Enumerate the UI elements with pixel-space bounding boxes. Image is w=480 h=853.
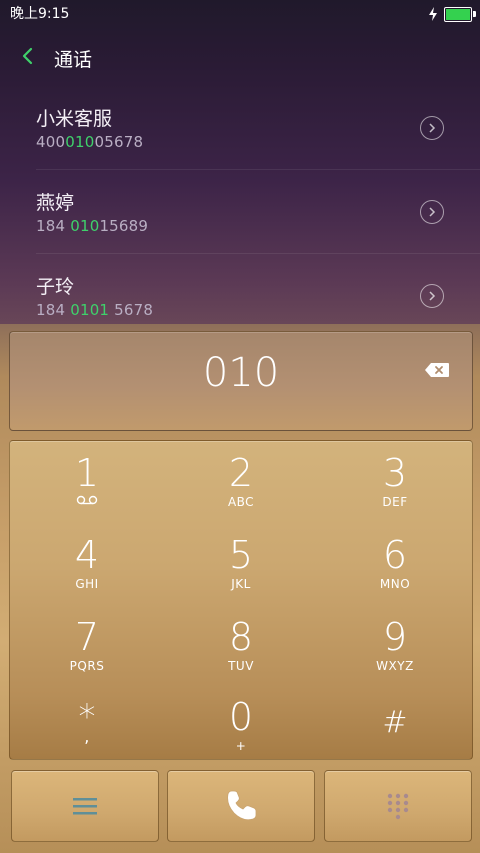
charging-icon xyxy=(429,7,437,21)
key-0[interactable]: 0 + xyxy=(164,687,318,767)
key-digit: 4 xyxy=(74,533,100,577)
chevron-left-icon[interactable] xyxy=(20,46,36,66)
menu-button[interactable] xyxy=(11,770,159,842)
key-digit: 3 xyxy=(382,451,408,495)
key-digit: 1 xyxy=(74,451,100,495)
key-letters: GHI xyxy=(75,577,99,591)
contact-number: 40001005678 xyxy=(36,133,144,151)
status-time: 晚上9:15 xyxy=(10,6,70,22)
entered-number: 010 xyxy=(202,350,280,396)
detail-arrow-icon[interactable] xyxy=(420,116,444,140)
key-5[interactable]: 5 JKL xyxy=(164,525,318,605)
key-9[interactable]: 9 WXYZ xyxy=(318,607,472,687)
match-highlight: 010 xyxy=(65,133,95,151)
key-8[interactable]: 8 TUV xyxy=(164,607,318,687)
list-item[interactable]: 子玲 184 0101 5678 xyxy=(0,254,480,330)
key-letters: , xyxy=(84,727,90,746)
contact-number: 184 01015689 xyxy=(36,217,149,235)
contact-name: 燕婷 xyxy=(36,192,75,214)
key-digit: 8 xyxy=(228,615,254,659)
header: 通话 xyxy=(0,28,480,86)
key-7[interactable]: 7 PQRS xyxy=(10,607,164,687)
key-letters: PQRS xyxy=(69,659,105,673)
match-highlight: 0101 xyxy=(70,301,110,319)
key-letters: WXYZ xyxy=(376,659,414,673)
key-6[interactable]: 6 MNO xyxy=(318,525,472,605)
menu-icon xyxy=(73,798,97,815)
key-1[interactable]: 1 xyxy=(10,443,164,523)
contact-name: 子玲 xyxy=(36,276,75,298)
call-button[interactable] xyxy=(167,770,315,842)
keypad: 1 2 ABC 3 DEF 4 GHI 5 JKL 6 MNO 7 PQRS 8… xyxy=(9,440,473,760)
battery-icon xyxy=(444,7,472,22)
key-3[interactable]: 3 DEF xyxy=(318,443,472,523)
key-digit: 5 xyxy=(228,533,254,577)
backspace-icon[interactable] xyxy=(424,362,450,378)
detail-arrow-icon[interactable] xyxy=(420,284,444,308)
key-pound[interactable]: # xyxy=(318,687,472,767)
battery-tip xyxy=(473,11,476,17)
phone-icon xyxy=(227,790,257,821)
list-item[interactable]: 小米客服 40001005678 xyxy=(0,86,480,170)
key-star[interactable]: * , xyxy=(10,687,164,767)
key-letters: JKL xyxy=(231,577,251,591)
key-digit: 0 xyxy=(228,695,254,739)
contact-name: 小米客服 xyxy=(36,108,113,130)
key-digit: 7 xyxy=(74,615,100,659)
contact-list: 小米客服 40001005678 燕婷 184 01015689 子玲 184 … xyxy=(0,86,480,330)
key-letters: ABC xyxy=(227,495,255,509)
key-4[interactable]: 4 GHI xyxy=(10,525,164,605)
key-digit: # xyxy=(382,705,408,740)
match-highlight: 010 xyxy=(70,217,100,235)
contact-number: 184 0101 5678 xyxy=(36,301,154,319)
key-letters: MNO xyxy=(379,577,411,591)
key-2[interactable]: 2 ABC xyxy=(164,443,318,523)
status-bar: 晚上9:15 xyxy=(0,0,480,28)
voicemail-icon xyxy=(76,495,98,505)
key-digit: 6 xyxy=(382,533,408,577)
key-letters: + xyxy=(235,739,247,753)
number-display: 010 xyxy=(9,331,473,431)
detail-arrow-icon[interactable] xyxy=(420,200,444,224)
key-letters: TUV xyxy=(228,659,254,673)
key-digit: 2 xyxy=(228,451,254,495)
key-letters: DEF xyxy=(382,495,408,509)
dialpad-toggle-button[interactable] xyxy=(324,770,472,842)
list-item[interactable]: 燕婷 184 01015689 xyxy=(0,170,480,254)
key-digit: 9 xyxy=(382,615,408,659)
dialpad-icon xyxy=(387,793,409,820)
page-title: 通话 xyxy=(54,49,93,71)
